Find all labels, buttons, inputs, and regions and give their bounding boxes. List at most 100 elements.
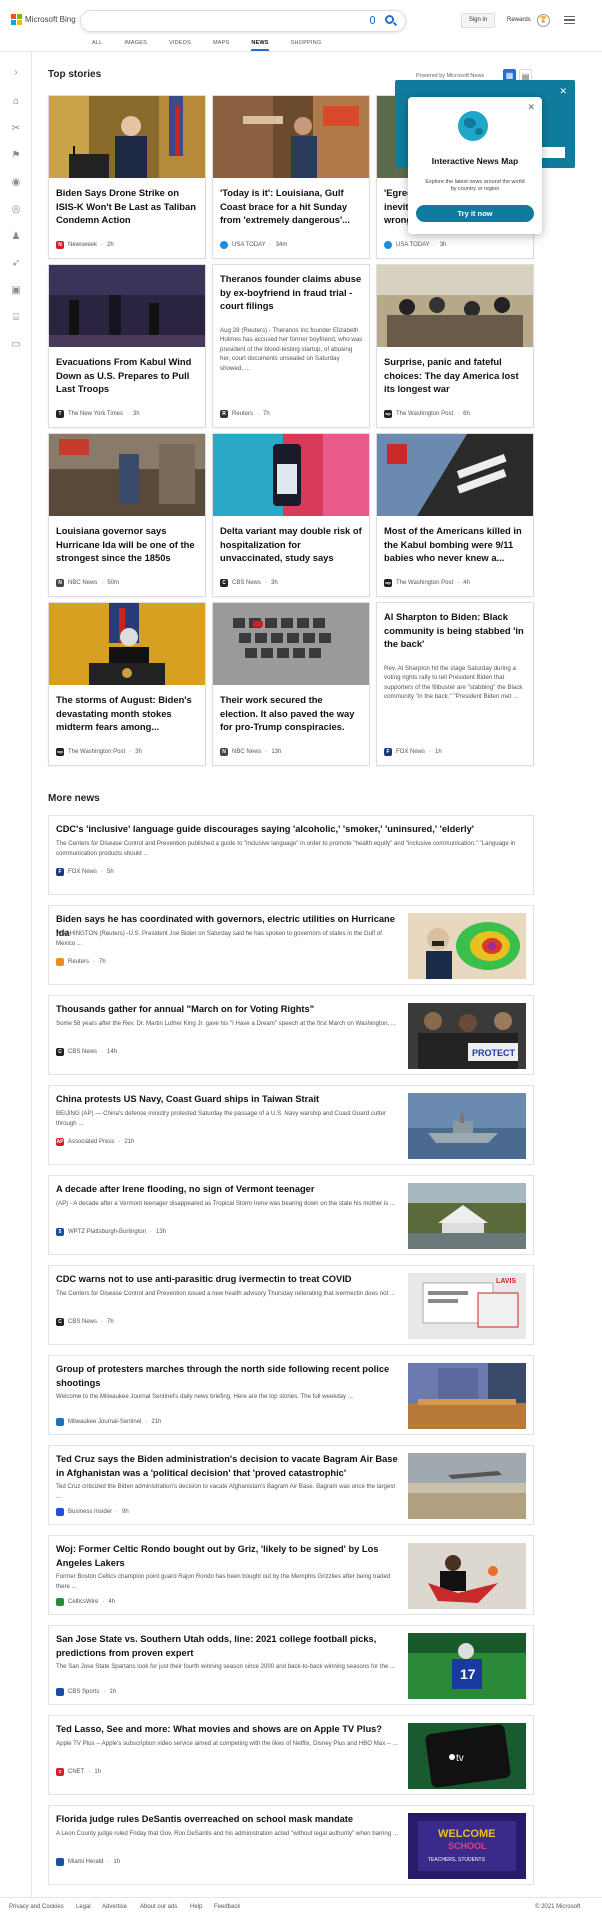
news-thumbnail[interactable] (408, 1453, 526, 1519)
svg-text:WELCOME: WELCOME (438, 1828, 495, 1840)
running-icon[interactable]: ♟ (10, 230, 22, 242)
home-icon[interactable]: ⌂ (10, 95, 22, 107)
story-card[interactable]: Delta variant may double risk of hospita… (212, 433, 370, 597)
news-title[interactable]: A decade after Irene flooding, no sign o… (56, 1183, 399, 1197)
footer-link-advertise[interactable]: Advertise (102, 1904, 127, 1910)
footer-link-feedback[interactable]: Feedback (214, 1904, 240, 1910)
story-card[interactable]: Al Sharpton to Biden: Black community is… (376, 602, 534, 766)
news-source: AP Associated Press · 21h (56, 1138, 135, 1146)
flag-icon[interactable]: ⚑ (10, 149, 22, 161)
science-icon[interactable]: ➶ (10, 257, 22, 269)
footer-link-help[interactable]: Help (190, 1904, 202, 1910)
story-card[interactable]: Evacuations From Kabul Wind Down as U.S.… (48, 264, 206, 428)
close-icon[interactable]: ✕ (527, 102, 535, 113)
news-thumbnail[interactable]: LAVIS (408, 1273, 526, 1339)
tab-maps[interactable]: MAPS (213, 40, 229, 46)
news-thumbnail[interactable] (408, 1183, 526, 1249)
footer-link-about-ads[interactable]: About our ads (140, 1904, 177, 1910)
story-card[interactable]: Most of the Americans killed in the Kabu… (376, 433, 534, 597)
news-thumbnail[interactable]: 17 (408, 1633, 526, 1699)
news-thumbnail[interactable]: tv (408, 1723, 526, 1789)
news-title[interactable]: Group of protesters marches through the … (56, 1363, 399, 1390)
money-icon[interactable]: ▭ (10, 338, 22, 350)
politics-icon[interactable]: ⌸ (10, 311, 22, 323)
sports-icon[interactable]: ✂ (10, 122, 22, 134)
source-name: FOX News (68, 869, 98, 875)
world-icon[interactable]: ◎ (10, 203, 22, 215)
source-name: Business Insider (68, 1509, 113, 1515)
news-thumbnail[interactable] (408, 1543, 526, 1609)
globe-icon (458, 111, 488, 141)
tab-news[interactable]: NEWS (251, 40, 269, 51)
entertainment-icon[interactable]: ▣ (10, 284, 22, 296)
search-input[interactable] (80, 10, 406, 32)
rewards-link[interactable]: Rewards (507, 17, 531, 23)
microphone-icon[interactable] (370, 16, 375, 24)
news-thumbnail[interactable]: PROTECT (408, 1003, 526, 1069)
source-name: CelticsWire (68, 1599, 99, 1605)
news-list-item[interactable]: CDC warns not to use anti-parasitic drug… (48, 1265, 534, 1345)
story-source: wp The Washington Post · 6h (384, 410, 470, 418)
news-thumbnail[interactable] (408, 1093, 526, 1159)
story-card[interactable]: Their work secured the election. It also… (212, 602, 370, 766)
news-list-item[interactable]: Group of protesters marches through the … (48, 1355, 534, 1435)
news-list-item[interactable]: A decade after Irene flooding, no sign o… (48, 1175, 534, 1255)
news-list-item[interactable]: Florida judge rules DeSantis overreached… (48, 1805, 534, 1885)
news-list-item[interactable]: China protests US Navy, Coast Guard ship… (48, 1085, 534, 1165)
source-name: WPTZ Plattsburgh-Burlington (68, 1229, 147, 1235)
story-card[interactable]: Biden Says Drone Strike on ISIS-K Won't … (48, 95, 206, 259)
news-title[interactable]: China protests US Navy, Coast Guard ship… (56, 1093, 399, 1107)
news-list-item[interactable]: Thousands gather for annual "March on fo… (48, 995, 534, 1075)
tab-all[interactable]: ALL (92, 40, 102, 46)
location-icon[interactable]: ◉ (10, 176, 22, 188)
footer-link-privacy[interactable]: Privacy and Cookies (9, 1904, 64, 1910)
source-name: CBS News (68, 1319, 98, 1325)
news-title[interactable]: Thousands gather for annual "March on fo… (56, 1003, 399, 1017)
news-source: Miami Herald · 1h (56, 1858, 120, 1866)
footer-link-legal[interactable]: Legal (76, 1904, 91, 1910)
story-card[interactable]: 'Today is it': Louisiana, Gulf Coast bra… (212, 95, 370, 259)
news-list-item[interactable]: Ted Cruz says the Biden administration's… (48, 1445, 534, 1525)
tab-videos[interactable]: VIDEOS (169, 40, 191, 46)
story-title: Their work secured the election. It also… (220, 694, 355, 733)
search-icon[interactable] (385, 15, 394, 24)
news-title[interactable]: CDC's 'inclusive' language guide discour… (56, 823, 526, 837)
news-title[interactable]: Ted Lasso, See and more: What movies and… (56, 1723, 399, 1737)
close-banner-icon[interactable]: ✕ (559, 86, 567, 97)
story-card[interactable]: Surprise, panic and fateful choices: The… (376, 264, 534, 428)
news-list-item[interactable]: Biden says he has coordinated with gover… (48, 905, 534, 985)
story-card[interactable]: Theranos founder claims abuse by ex-boyf… (212, 264, 370, 428)
sign-in-button[interactable]: Sign in (461, 13, 495, 28)
news-title[interactable]: San Jose State vs. Southern Utah odds, l… (56, 1633, 399, 1660)
news-title[interactable]: CDC warns not to use anti-parasitic drug… (56, 1273, 399, 1287)
source-logo-icon: 5 (56, 1228, 64, 1236)
news-title[interactable]: Woj: Former Celtic Rondo bought out by G… (56, 1543, 399, 1570)
source-name: CBS Sports (68, 1689, 100, 1695)
news-title[interactable]: Florida judge rules DeSantis overreached… (56, 1813, 399, 1827)
expand-sidebar-icon[interactable]: › (10, 66, 22, 78)
hamburger-menu-icon[interactable] (564, 16, 575, 24)
news-snippet: Ted Cruz criticized the Biden administra… (56, 1483, 396, 1500)
news-list-item[interactable]: CDC's 'inclusive' language guide discour… (48, 815, 534, 895)
story-time: 7h (263, 411, 270, 417)
news-time: 7h (107, 1319, 114, 1325)
source-logo-icon: N (56, 579, 64, 587)
story-time: 34m (275, 242, 288, 248)
tab-shopping[interactable]: SHOPPING (291, 40, 322, 46)
news-list-item[interactable]: San Jose State vs. Southern Utah odds, l… (48, 1625, 534, 1705)
tab-images[interactable]: IMAGES (124, 40, 147, 46)
news-list-item[interactable]: Woj: Former Celtic Rondo bought out by G… (48, 1535, 534, 1615)
news-thumbnail[interactable]: WELCOME SCHOOL TEACHERS, STUDENTS (408, 1813, 526, 1879)
news-title[interactable]: Ted Cruz says the Biden administration's… (56, 1453, 399, 1480)
story-snippet: Aug 28 (Reuters) - Theranos Inc founder … (220, 327, 363, 372)
news-list-item[interactable]: Ted Lasso, See and more: What movies and… (48, 1715, 534, 1795)
bing-logo[interactable]: Microsoft Bing (11, 14, 76, 25)
rewards-trophy-icon[interactable]: 🏆 (537, 14, 550, 27)
header: Microsoft Bing Sign in Rewards 🏆 ALL IMA… (0, 0, 602, 52)
story-card[interactable]: Louisiana governor says Hurricane Ida wi… (48, 433, 206, 597)
story-card[interactable]: The storms of August: Biden's devastatin… (48, 602, 206, 766)
news-thumbnail[interactable] (408, 1363, 526, 1429)
try-it-now-button[interactable]: Try it now (416, 205, 534, 222)
source-name: CBS News (68, 1049, 98, 1055)
news-thumbnail[interactable] (408, 913, 526, 979)
